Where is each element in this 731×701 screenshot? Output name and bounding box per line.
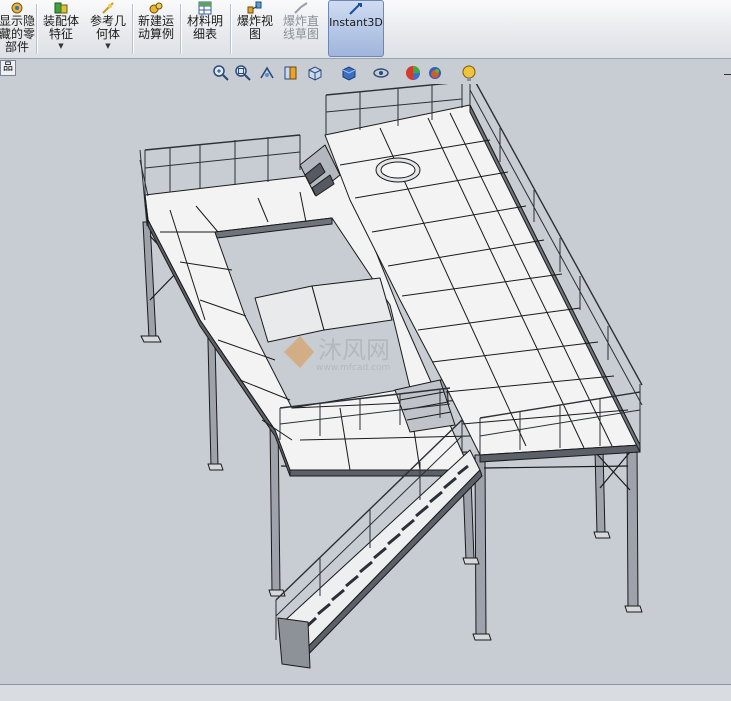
bottom-status-strip [0,684,731,701]
command-manager-ribbon: 显示隐 藏的零 部件 装配体 特征 ▼ 参考几 何体 ▼ 新建运 动算例 材料明… [0,0,731,59]
previous-view-icon[interactable] [258,64,276,82]
new-motion-study-label: 新建运 动算例 [137,14,174,41]
steel-platform-model[interactable] [139,84,643,669]
view-orientation-icon[interactable] [306,64,324,82]
section-view-icon[interactable] [282,64,300,82]
exploded-view-button[interactable]: 爆炸视 图 [234,0,276,57]
edit-appearance-icon[interactable] [404,64,422,82]
watermark-text: 沐风网 [318,336,390,364]
instant3d-label: Instant3D [329,16,383,29]
ribbon-divider [36,4,38,54]
chevron-down-icon[interactable]: ▼ [58,42,63,50]
exploded-view-icon [247,1,263,15]
assembly-features-label: 装配体 特征 [42,14,79,41]
bill-of-materials-button[interactable]: 材料明 细表 [184,0,226,57]
feature-tree-tab[interactable]: 品 [0,60,16,76]
display-style-icon[interactable] [340,64,358,82]
reference-geometry-button[interactable]: 参考几 何体 ▼ [86,0,130,57]
show-hidden-label: 显示隐 藏的零 部件 [0,14,36,54]
zoom-to-area-icon[interactable] [234,64,252,82]
reference-geometry-icon [100,1,116,15]
bom-label: 材料明 细表 [186,14,223,41]
watermark-url: www.mfcad.com [316,363,390,373]
lighting-icon[interactable] [460,64,478,82]
explode-line-sketch-button[interactable]: 爆炸直 线草图 [278,0,324,57]
instant3d-toggle[interactable]: Instant3D [328,0,384,57]
panel-collapse-icon[interactable] [724,74,731,75]
watermark: 沐风网 www.mfcad.com [284,336,390,373]
table-icon [197,1,213,15]
hide-show-items-icon[interactable] [372,64,390,82]
chevron-down-icon[interactable]: ▼ [105,42,110,50]
main-staircase [277,449,483,669]
zoom-to-fit-icon[interactable] [212,64,230,82]
assembly-features-button[interactable]: 装配体 特征 ▼ [40,0,82,57]
show-hidden-components-button[interactable]: 显示隐 藏的零 部件 [0,0,36,57]
exploded-view-label: 爆炸视 图 [236,14,273,41]
apply-scene-icon[interactable] [426,64,444,82]
explode-sketch-icon [293,1,309,15]
motion-study-icon [148,1,164,15]
ribbon-divider [230,4,232,54]
show-hidden-components-icon [9,1,25,15]
new-motion-study-button[interactable]: 新建运 动算例 [136,0,176,57]
reference-geometry-label: 参考几 何体 [89,14,126,41]
explode-sketch-label: 爆炸直 线草图 [282,14,319,41]
instant3d-icon [348,2,364,16]
assembly-features-icon [53,1,69,15]
3d-graphics-area[interactable]: 沐风网 www.mfcad.com [0,84,731,684]
ribbon-divider [180,4,182,54]
ribbon-divider [132,4,134,54]
